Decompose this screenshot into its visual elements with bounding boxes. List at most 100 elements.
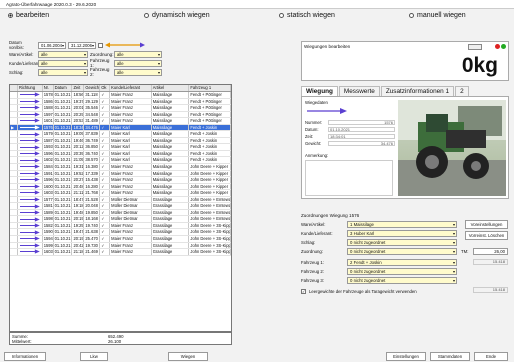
date-from-field[interactable]: 01.06.2004: [38, 41, 66, 49]
fahrzeug-cell: Fendt + Pöttinger: [189, 105, 231, 111]
checkbox-icon[interactable]: ✓: [301, 288, 306, 294]
row-marker: [10, 236, 18, 242]
direction-icon: [18, 92, 43, 98]
datum-cell: 01.10.21: [54, 183, 73, 190]
nr-cell: 1598: [43, 216, 54, 222]
assign-fz2-select[interactable]: 0 nicht zugeordnet: [347, 267, 457, 275]
fahrzeug-cell: John Deere + Kipper: [189, 164, 231, 170]
gewicht-cell: 35.546: [84, 105, 101, 111]
datum-cell: 01.10.21: [54, 236, 73, 242]
assign-schlag-select[interactable]: 0 nicht zugeordnet: [347, 238, 457, 246]
assign-fz1-select[interactable]: 2 Fendt + Joskin: [347, 258, 457, 266]
mode-label: manuell wiegen: [417, 12, 466, 19]
anmerkung-label: Anmerkung:: [305, 153, 329, 158]
table-row[interactable]: 1603 01.10.21 21:18 21.469 ✓ Maier Franz Grass…: [10, 249, 231, 256]
kunde-select[interactable]: alle: [38, 59, 88, 67]
datum-value: 01.10.2021: [328, 126, 395, 132]
row-marker: [10, 144, 18, 150]
col-header[interactable]: Ok: [100, 85, 111, 91]
lkw-button[interactable]: Lkw: [80, 352, 108, 361]
fahrzeug-cell: Fendt + Joskin: [189, 137, 231, 144]
ok-cell: ✓: [100, 150, 111, 157]
zeit-cell: 20:48: [73, 183, 85, 190]
fz1-weight: 15.418: [473, 259, 508, 265]
zeit-cell: 21:05: [73, 157, 85, 164]
ok-cell: ✓: [100, 170, 111, 177]
artikel-cell: Grassilage: [152, 209, 190, 216]
voreinstellungen-button[interactable]: Voreinstellungen: [465, 220, 508, 229]
fahrzeug-cell: John Deere + Kipper: [189, 183, 231, 190]
assign-kunde-select[interactable]: 3 Huber Karl: [347, 229, 457, 237]
date-to-field[interactable]: 31.12.2006: [68, 41, 96, 49]
zeit-value: 18:34:01: [328, 133, 395, 139]
assign-zuordnung-select[interactable]: 0 nicht zugeordnet: [347, 247, 457, 255]
edit-button[interactable]: [468, 44, 482, 50]
wiegen-button[interactable]: Wiegen: [168, 352, 208, 361]
zuordnung-select[interactable]: alle: [114, 50, 162, 58]
col-header[interactable]: Nr.: [43, 85, 54, 91]
col-header[interactable]: Kunde/Lieferant: [110, 85, 152, 91]
leergewicht-row: ✓ Leergewichte der Fahrzeuge als Taragewi…: [301, 287, 417, 295]
kunde-cell: Maier Karl: [110, 137, 152, 144]
fahrzeug-cell: John Deere + Kipper: [189, 177, 231, 183]
fz2-select[interactable]: alle: [114, 68, 162, 76]
status-lights: [495, 44, 506, 49]
zeit-cell: 20:53: [73, 118, 85, 124]
fahrzeug-cell: Fendt + Joskin: [189, 131, 231, 137]
stammdaten-button[interactable]: Stammdaten: [430, 352, 470, 361]
radio-icon: [144, 13, 149, 18]
ok-cell: ✓: [100, 164, 111, 170]
assign-fz2-row: Fahrzeug 2: 0 nicht zugeordnet: [301, 267, 457, 275]
mode-statisch[interactable]: statisch wiegen: [279, 12, 335, 19]
col-header[interactable]: Datum: [54, 85, 73, 91]
ende-button[interactable]: Ende: [474, 352, 508, 361]
tm-field[interactable]: 26,00: [473, 247, 508, 255]
nummer-field: Nummer: 1576: [305, 119, 395, 125]
tab-messwerte[interactable]: Messwerte: [338, 86, 380, 96]
row-marker: ▶: [10, 124, 18, 131]
row-marker: [10, 170, 18, 177]
fahrzeug-cell: John Deere + 3S-Kipp: [190, 236, 231, 242]
tab-zusatz1[interactable]: Zusatzinformationen 1: [380, 86, 455, 96]
col-header[interactable]: Richtung: [18, 85, 43, 91]
einstellungen-button[interactable]: Einstellungen: [386, 352, 426, 361]
nr-cell: 1599: [43, 242, 54, 249]
ok-cell: ✓: [100, 242, 111, 249]
mode-bearbeiten[interactable]: bearbeiten: [8, 12, 49, 19]
col-header[interactable]: Artikel: [152, 85, 190, 91]
informationen-button[interactable]: Informationen: [4, 352, 46, 361]
assign-fz3-select[interactable]: 0 nicht zugeordnet: [347, 276, 457, 284]
table-header: Richtung Nr. Datum Zeit Gewicht Ok Kunde…: [10, 85, 231, 92]
ok-cell: ✓: [100, 92, 111, 98]
zeit-cell: 19:52: [73, 170, 85, 177]
direction-both-icon[interactable]: [105, 42, 145, 48]
mode-manuell[interactable]: manuell wiegen: [409, 12, 466, 19]
assign-ware-select[interactable]: 1 Maissilage: [347, 220, 457, 228]
datum-cell: 01.10.21: [54, 249, 73, 255]
anmerkung-textarea[interactable]: [305, 160, 393, 196]
nr-cell: 1577: [43, 196, 54, 203]
nr-cell: 1578: [43, 92, 54, 98]
row-marker: [10, 222, 18, 229]
zuordnungen-label: Zuordnungen Wiegung 1576: [301, 213, 360, 218]
ware-select[interactable]: alle: [38, 50, 88, 58]
col-header[interactable]: Gewicht: [84, 85, 101, 91]
direction-icon: [18, 111, 43, 118]
tab-zusatz2[interactable]: 2: [455, 86, 469, 96]
tab-wiegung[interactable]: Wiegung: [301, 86, 338, 96]
artikel-cell: Maissilage: [152, 131, 190, 137]
zeit-cell: 19:18: [73, 203, 85, 209]
tm-row: TM: 26,00: [461, 247, 508, 255]
schlag-select[interactable]: alle: [38, 68, 88, 76]
ok-cell: ✓: [100, 144, 111, 150]
artikel-cell: Maissilage: [152, 170, 190, 177]
voreinst-loeschen-button[interactable]: Vorreinst. Löschen: [465, 231, 508, 240]
direction-icon: [18, 105, 43, 111]
col-header[interactable]: Zeit: [72, 85, 85, 91]
fz1-select[interactable]: alle: [114, 59, 162, 67]
kunde-cell: Maier Franz: [110, 229, 152, 236]
zeit-cell: 20:27: [73, 177, 85, 183]
mode-dynamisch[interactable]: dynamisch wiegen: [144, 12, 210, 19]
checkbox-icon[interactable]: [98, 42, 103, 48]
col-header[interactable]: Fahrzeug 1: [189, 85, 231, 91]
